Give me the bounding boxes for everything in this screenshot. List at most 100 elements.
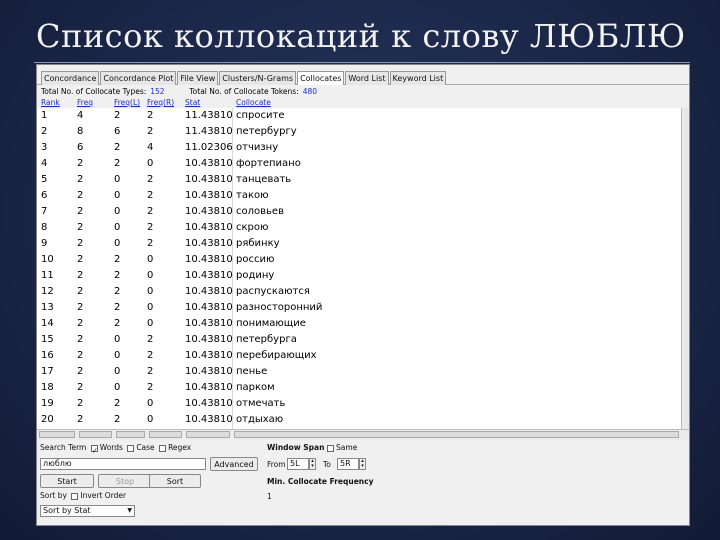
table-row[interactable]: 20 2 2 0 10.43810 отдыхаю bbox=[37, 412, 681, 428]
table-row[interactable]: 10 2 2 0 10.43810 россию bbox=[37, 252, 681, 268]
tab-concordance-plot[interactable]: Concordance Plot bbox=[100, 71, 177, 85]
cell-collocate[interactable]: танцевать bbox=[236, 172, 291, 188]
cell-collocate[interactable]: скрою bbox=[236, 220, 268, 236]
start-button[interactable]: Start bbox=[40, 474, 94, 488]
from-spinner[interactable]: ▴ ▾ bbox=[309, 458, 316, 470]
cell-collocate[interactable]: спросите bbox=[236, 108, 284, 124]
cell-freq-l: 6 bbox=[114, 126, 121, 137]
cell-collocate[interactable]: перебирающих bbox=[236, 348, 317, 364]
table-row[interactable]: 9 2 0 2 10.43810 рябинку bbox=[37, 236, 681, 252]
tokens-value: 480 bbox=[302, 87, 318, 96]
cell-collocate[interactable]: такою bbox=[236, 188, 269, 204]
freq-scrollbar[interactable] bbox=[79, 431, 112, 438]
table-row[interactable]: 11 2 2 0 10.43810 родину bbox=[37, 268, 681, 284]
stat-scrollbar[interactable] bbox=[186, 431, 230, 438]
tab-keyword-list[interactable]: Keyword List bbox=[389, 71, 447, 85]
table-row[interactable]: 2 8 6 2 11.43810 петербургу bbox=[37, 124, 681, 140]
search-term-label: Search Term bbox=[40, 443, 87, 452]
cell-rank: 5 bbox=[41, 174, 48, 185]
cell-stat: 11.43810 bbox=[185, 110, 233, 121]
min-frequency-value[interactable]: 1 bbox=[267, 492, 272, 501]
cell-freq-r: 2 bbox=[147, 366, 154, 377]
types-value: 152 bbox=[150, 87, 165, 96]
header-collocate[interactable]: Collocate bbox=[236, 98, 271, 107]
header-freq[interactable]: Freq bbox=[77, 98, 93, 107]
cell-collocate[interactable]: соловьев bbox=[236, 204, 284, 220]
cell-freq-l: 2 bbox=[114, 158, 121, 169]
tab-clusters-n-grams[interactable]: Clusters/N-Grams bbox=[219, 71, 297, 85]
tab-collocates[interactable]: Collocates bbox=[297, 71, 345, 85]
collocate-scrollbar[interactable] bbox=[234, 431, 679, 438]
header-freq-r[interactable]: Freq(R) bbox=[147, 98, 174, 107]
table-row[interactable]: 1 4 2 2 11.43810 спросите bbox=[37, 108, 681, 124]
cell-collocate[interactable]: отчизну bbox=[236, 140, 278, 156]
stop-button[interactable]: Stop bbox=[98, 474, 152, 488]
sort-button[interactable]: Sort bbox=[149, 474, 201, 488]
cell-freq: 2 bbox=[77, 382, 84, 393]
table-vertical-scrollbar[interactable] bbox=[681, 108, 689, 429]
table-row[interactable]: 7 2 0 2 10.43810 соловьев bbox=[37, 204, 681, 220]
cell-collocate[interactable]: петербургу bbox=[236, 124, 297, 140]
search-input[interactable]: люблю bbox=[40, 458, 206, 470]
rank-scrollbar[interactable] bbox=[39, 431, 75, 438]
cell-collocate[interactable]: распускаются bbox=[236, 284, 310, 300]
header-stat[interactable]: Stat bbox=[185, 98, 200, 107]
cell-stat: 10.43810 bbox=[185, 206, 233, 217]
header-rank[interactable]: Rank bbox=[41, 98, 60, 107]
cell-freq-l: 2 bbox=[114, 142, 121, 153]
cell-collocate[interactable]: разносторонний bbox=[236, 300, 322, 316]
words-checkbox[interactable]: ✓ bbox=[90, 444, 98, 455]
table-row[interactable]: 6 2 0 2 10.43810 такою bbox=[37, 188, 681, 204]
from-input[interactable]: 5L bbox=[287, 458, 309, 470]
cell-rank: 4 bbox=[41, 158, 48, 169]
cell-collocate[interactable]: петербурга bbox=[236, 332, 297, 348]
table-row[interactable]: 12 2 2 0 10.43810 распускаются bbox=[37, 284, 681, 300]
table-row[interactable]: 3 6 2 4 11.02306 отчизну bbox=[37, 140, 681, 156]
cell-collocate[interactable]: рябинку bbox=[236, 236, 280, 252]
cell-stat: 11.02306 bbox=[185, 142, 233, 153]
cell-collocate[interactable]: пенье bbox=[236, 364, 267, 380]
to-spinner[interactable]: ▴ ▾ bbox=[359, 458, 366, 470]
table-row[interactable]: 16 2 0 2 10.43810 перебирающих bbox=[37, 348, 681, 364]
collocate-table[interactable]: 1 4 2 2 11.43810 спросите 2 8 6 2 11.43810 петербур… bbox=[37, 108, 681, 429]
table-row[interactable]: 4 2 2 0 10.43810 фортепиано bbox=[37, 156, 681, 172]
case-checkbox[interactable] bbox=[127, 444, 135, 452]
table-row[interactable]: 15 2 0 2 10.43810 петербурга bbox=[37, 332, 681, 348]
table-row[interactable]: 13 2 2 0 10.43810 разносторонний bbox=[37, 300, 681, 316]
cell-collocate[interactable]: россию bbox=[236, 252, 274, 268]
cell-collocate[interactable]: понимающие bbox=[236, 316, 306, 332]
cell-collocate[interactable]: фортепиано bbox=[236, 156, 301, 172]
collocate-stats: Total No. of Collocate Types: 152 Total N… bbox=[41, 87, 317, 96]
tab-word-list[interactable]: Word List bbox=[345, 71, 389, 85]
cell-rank: 1 bbox=[41, 110, 48, 121]
cell-collocate[interactable]: отмечать bbox=[236, 396, 285, 412]
cell-freq-r: 0 bbox=[147, 158, 154, 169]
cell-rank: 3 bbox=[41, 142, 48, 153]
tokens-label: Total No. of Collocate Tokens: bbox=[189, 87, 299, 96]
tab-concordance[interactable]: Concordance bbox=[41, 71, 100, 85]
sort-by-select[interactable]: Sort by Stat ▼ bbox=[40, 505, 135, 517]
sort-by-select-value: Sort by Stat bbox=[43, 506, 91, 515]
table-row[interactable]: 19 2 2 0 10.43810 отмечать bbox=[37, 396, 681, 412]
regex-checkbox[interactable] bbox=[159, 444, 167, 452]
freq-l-scrollbar[interactable] bbox=[116, 431, 145, 438]
same-checkbox[interactable] bbox=[327, 444, 334, 452]
cell-rank: 15 bbox=[41, 334, 54, 345]
cell-collocate[interactable]: парком bbox=[236, 380, 275, 396]
cell-freq-r: 2 bbox=[147, 126, 154, 137]
table-row[interactable]: 18 2 0 2 10.43810 парком bbox=[37, 380, 681, 396]
tab-file-view[interactable]: File View bbox=[177, 71, 219, 85]
table-row[interactable]: 5 2 0 2 10.43810 танцевать bbox=[37, 172, 681, 188]
freq-r-scrollbar[interactable] bbox=[149, 431, 182, 438]
header-freq-l[interactable]: Freq(L) bbox=[114, 98, 140, 107]
cell-collocate[interactable]: отдыхаю bbox=[236, 412, 283, 428]
cell-collocate[interactable]: родину bbox=[236, 268, 274, 284]
table-row[interactable]: 17 2 0 2 10.43810 пенье bbox=[37, 364, 681, 380]
table-row[interactable]: 8 2 0 2 10.43810 скрою bbox=[37, 220, 681, 236]
advanced-button[interactable]: Advanced bbox=[210, 457, 258, 471]
to-input[interactable]: 5R bbox=[337, 458, 359, 470]
cell-freq-l: 2 bbox=[114, 110, 121, 121]
invert-order-checkbox[interactable] bbox=[71, 492, 79, 500]
table-row[interactable]: 14 2 2 0 10.43810 понимающие bbox=[37, 316, 681, 332]
cell-freq-l: 2 bbox=[114, 318, 121, 329]
